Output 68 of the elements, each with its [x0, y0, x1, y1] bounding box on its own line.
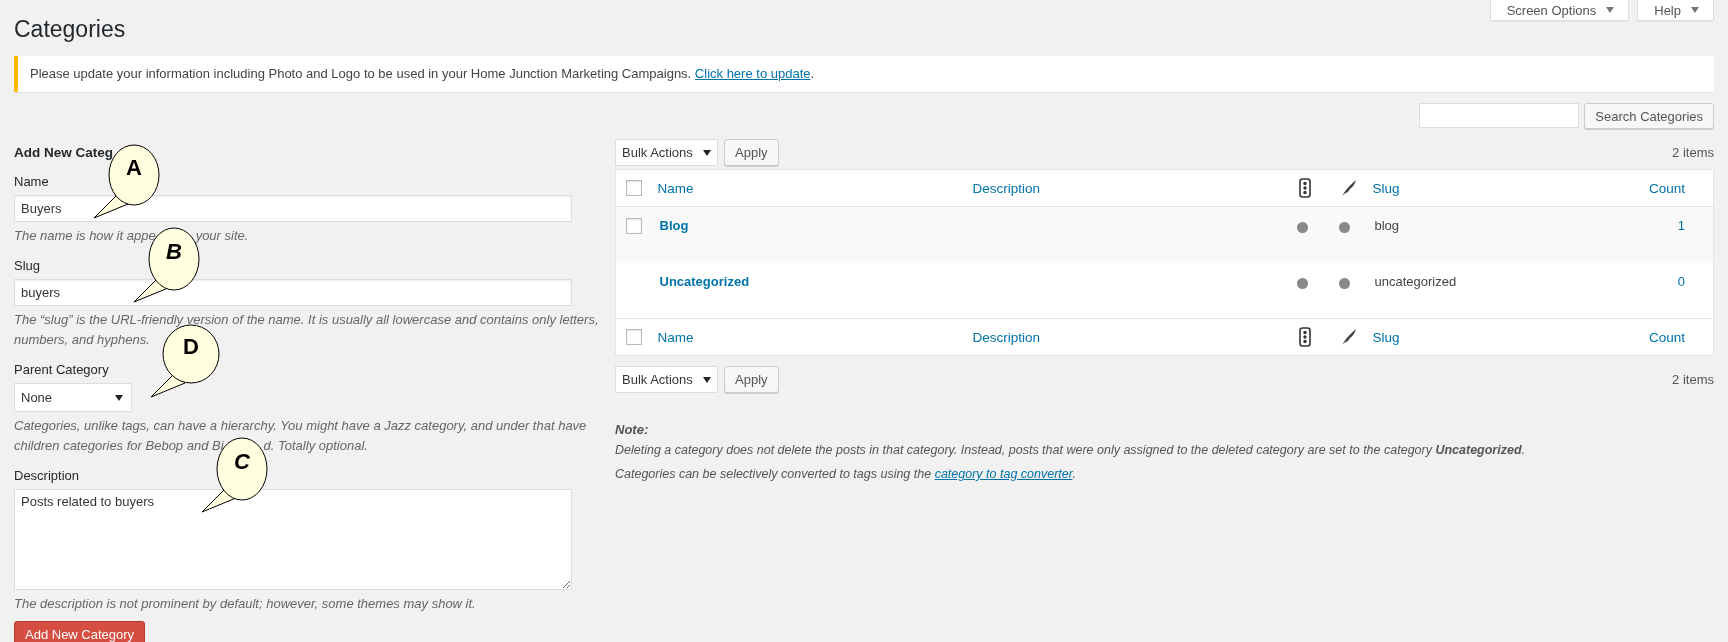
- column-header[interactable]: Count: [1648, 329, 1685, 345]
- count-link[interactable]: 0: [1677, 273, 1685, 289]
- note-text: Deleting a category does not delete the posts in that category. Instead, posts that were only assigned to the deleted category are set to the category Uncategorized.: [615, 442, 1527, 459]
- dropdown[interactable]: None: [14, 383, 132, 412]
- bulk-actions-dropdown[interactable]: Bulk Actions: [615, 366, 718, 393]
- field-label: Slug: [14, 257, 42, 275]
- input-field[interactable]: Buyers: [14, 195, 572, 222]
- callout-letter: A: [126, 154, 142, 180]
- apply-button[interactable]: Apply: [724, 366, 779, 393]
- status-dot: [1338, 222, 1350, 233]
- field-hint: Categories, unlike tags, can have a hierarchy. You might have a Jazz category, and under that have: [14, 417, 587, 435]
- notice-text: Please update your information including Photo and Logo to be used in your Home Junction Marketing Campaigns. Click here to update.: [30, 65, 816, 83]
- field-hint: children categories for Bebop and Bi: [14, 438, 224, 453]
- input-field[interactable]: buyers: [14, 279, 572, 306]
- field-hint: The description is not prominent by default; however, some themes may show it.: [14, 595, 476, 613]
- field-hint: The “slug” is the URL-friendly version of the name. It is usually all lowercase and contains only letters,: [14, 311, 599, 329]
- column-header[interactable]: Name: [657, 329, 694, 345]
- traffic-light-icon: [1298, 178, 1311, 198]
- checkbox[interactable]: [626, 329, 642, 345]
- items-count: 2 items: [1672, 145, 1714, 160]
- category-link[interactable]: Blog: [659, 218, 689, 233]
- search-button[interactable]: Search Categories: [1584, 103, 1714, 129]
- add-category-button[interactable]: Add New Category: [14, 621, 146, 642]
- apply-button[interactable]: Apply: [724, 139, 779, 166]
- bulk-actions-dropdown[interactable]: Bulk Actions: [615, 139, 718, 166]
- status-dot: [1296, 277, 1308, 289]
- caret-icon: [115, 394, 123, 401]
- column-header[interactable]: Description: [972, 329, 1041, 345]
- slug-cell: uncategorized: [1374, 273, 1457, 289]
- header-tab[interactable]: Help: [1637, 0, 1714, 21]
- field-label: Name: [14, 173, 50, 191]
- callout-letter: C: [233, 448, 250, 474]
- caret-icon: [1606, 7, 1615, 13]
- feather-icon: [1340, 328, 1357, 346]
- count-link[interactable]: 1: [1677, 218, 1685, 233]
- checkbox[interactable]: [626, 218, 642, 234]
- column-header[interactable]: Name: [657, 180, 694, 196]
- text-area[interactable]: Posts related to buyers: [14, 489, 572, 590]
- field-hint: The name is how it appe: [14, 228, 156, 243]
- slug-cell: blog: [1374, 218, 1400, 233]
- field-label: Parent Category: [14, 361, 110, 379]
- status-dot: [1296, 222, 1308, 233]
- column-header[interactable]: Description: [972, 180, 1041, 196]
- category-link[interactable]: Uncategorized: [659, 273, 750, 289]
- column-header[interactable]: Count: [1648, 180, 1685, 196]
- column-header[interactable]: Slug: [1372, 180, 1400, 196]
- feather-icon: [1340, 179, 1357, 197]
- header-tab[interactable]: Screen Options: [1489, 0, 1630, 21]
- status-dot: [1338, 277, 1350, 289]
- converter-text: Categories can be selectively converted to tags using the category to tag converter.: [615, 466, 1077, 483]
- field-label: Description: [14, 467, 81, 485]
- items-count: 2 items: [1672, 372, 1714, 387]
- search-field[interactable]: [1419, 103, 1580, 128]
- checkbox[interactable]: [626, 180, 642, 196]
- page-title: Categories: [14, 15, 127, 44]
- callout-letter: B: [165, 238, 182, 264]
- form-heading: Add New Categ: [14, 145, 113, 160]
- column-header[interactable]: Slug: [1372, 329, 1400, 345]
- field-hint: your site.: [195, 228, 249, 243]
- field-hint: d. Totally optional.: [263, 438, 368, 453]
- traffic-light-icon: [1298, 327, 1311, 347]
- converter-link[interactable]: category to tag converter: [934, 467, 1073, 481]
- callout-letter: D: [183, 333, 199, 359]
- note-title: Note:: [615, 421, 650, 439]
- caret-icon: [703, 149, 711, 156]
- caret-icon: [703, 376, 711, 383]
- caret-icon: [1691, 7, 1699, 13]
- field-hint: numbers, and hyphens.: [14, 331, 150, 349]
